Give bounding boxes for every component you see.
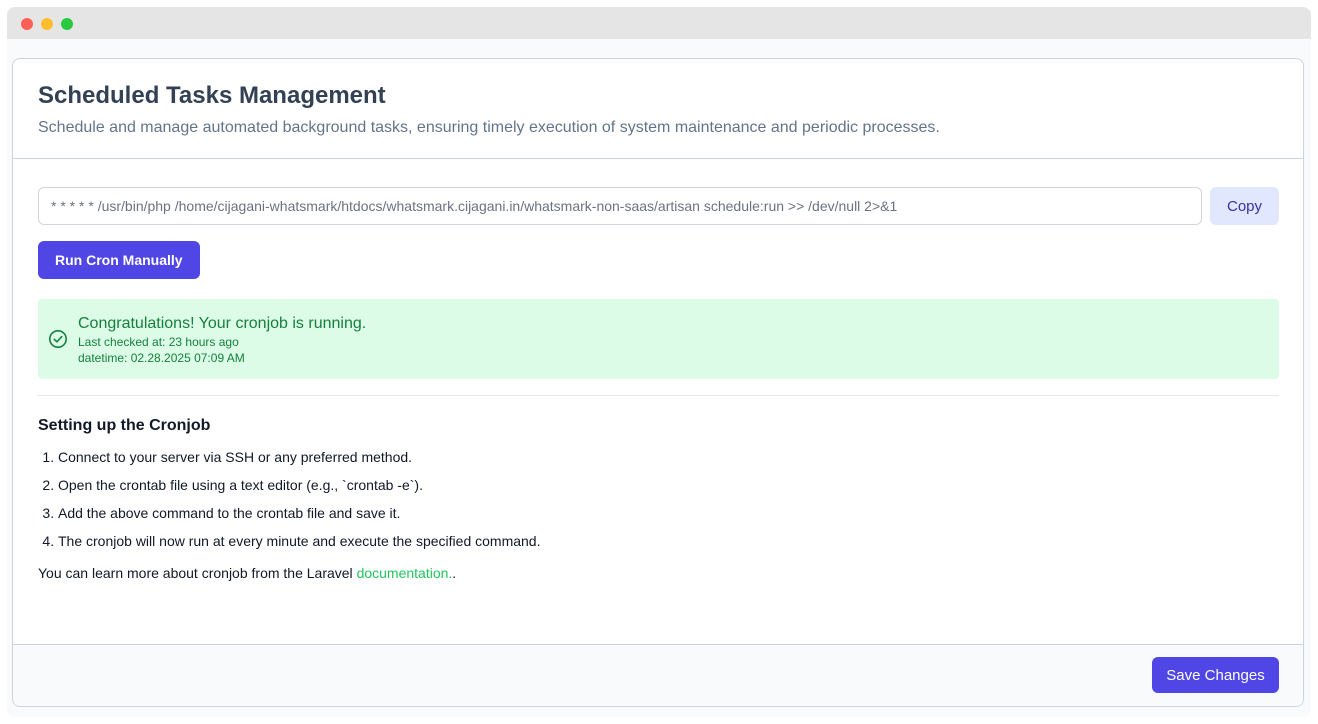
status-last-checked: Last checked at: 23 hours ago [78,335,239,349]
window-titlebar [7,7,1311,39]
cron-status-alert: Congratulations! Your cronjob is running… [38,299,1279,379]
cron-command-input[interactable] [38,187,1202,225]
check-circle-icon [49,330,67,348]
section-divider [38,395,1279,396]
card-body: Copy Run Cron Manually Congratulations! … [13,159,1303,582]
setup-step: Open the crontab file using a text edito… [58,476,1279,494]
minimize-window-button[interactable] [41,18,53,30]
page-subtitle: Schedule and manage automated background… [38,119,940,136]
copy-button[interactable]: Copy [1210,187,1279,225]
setup-step: Add the above command to the crontab fil… [58,504,1279,522]
close-window-button[interactable] [21,18,33,30]
page-title: Scheduled Tasks Management [38,82,386,109]
learn-more-prefix: You can learn more about cronjob from th… [38,565,357,581]
documentation-link[interactable]: documentation. [357,565,453,581]
card-header: Scheduled Tasks Management Schedule and … [13,59,1303,159]
learn-more-text: You can learn more about cronjob from th… [38,564,1279,582]
setup-steps-list: Connect to your server via SSH or any pr… [38,448,1279,550]
setup-step: Connect to your server via SSH or any pr… [58,448,1279,466]
status-title: Congratulations! Your cronjob is running… [78,315,367,332]
setup-step: The cronjob will now run at every minute… [58,532,1279,550]
setup-section-title: Setting up the Cronjob [38,417,211,434]
run-cron-manually-button[interactable]: Run Cron Manually [38,241,200,279]
settings-card: Scheduled Tasks Management Schedule and … [12,58,1304,707]
command-row: Copy [38,187,1279,225]
card-footer: Save Changes [13,644,1303,706]
app-window: Scheduled Tasks Management Schedule and … [7,7,1311,717]
maximize-window-button[interactable] [61,18,73,30]
learn-more-suffix: . [452,565,457,581]
save-changes-button[interactable]: Save Changes [1152,657,1279,693]
status-datetime: datetime: 02.28.2025 07:09 AM [78,351,245,365]
